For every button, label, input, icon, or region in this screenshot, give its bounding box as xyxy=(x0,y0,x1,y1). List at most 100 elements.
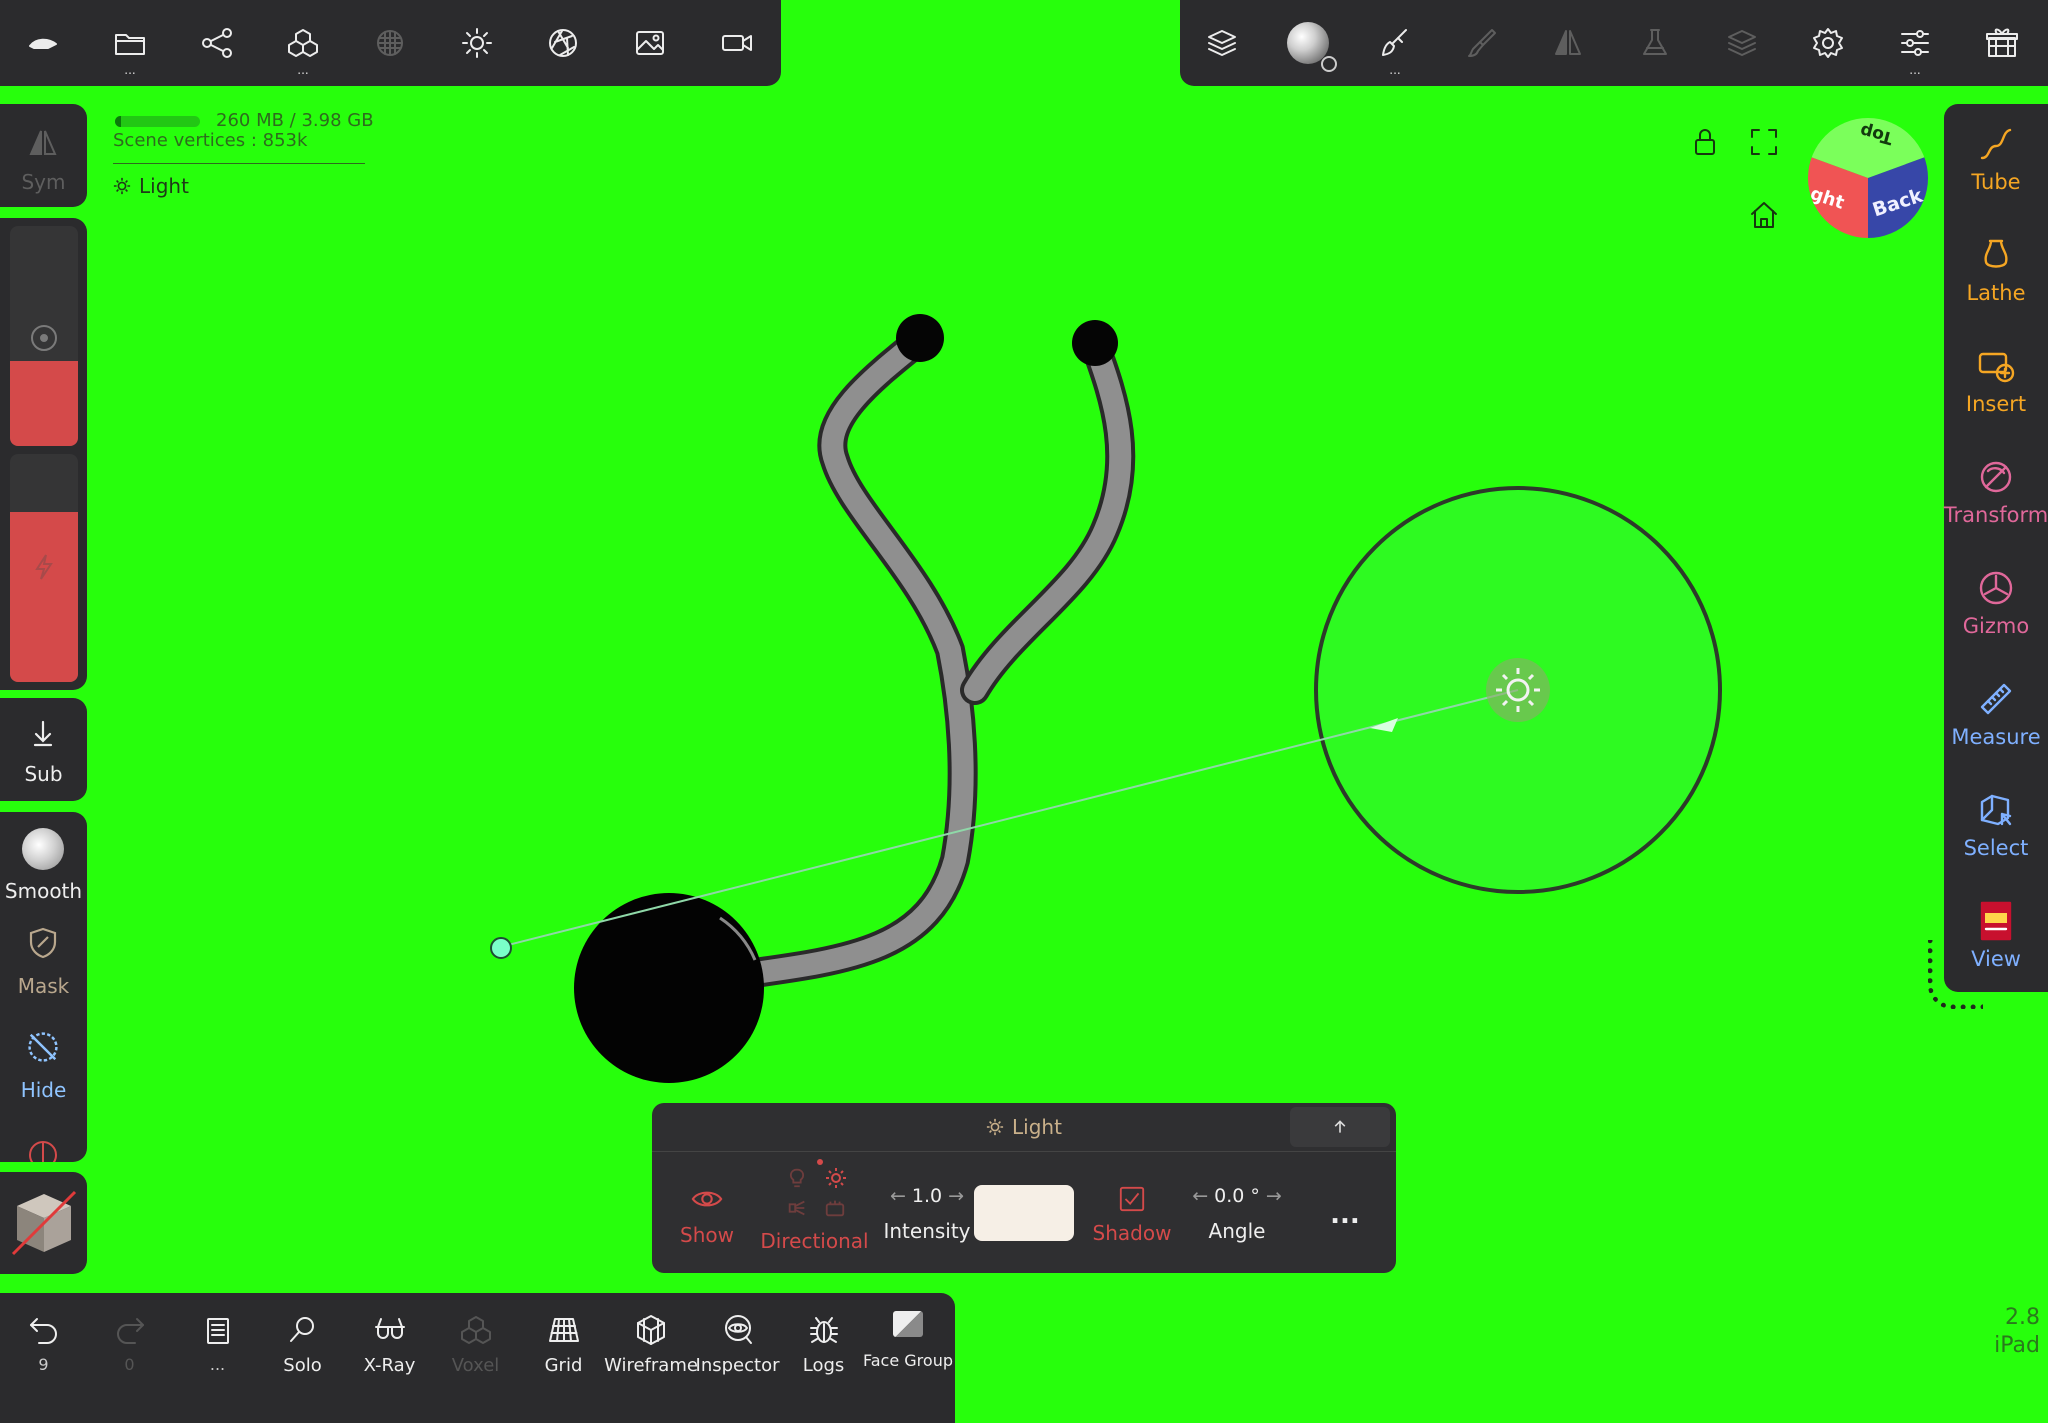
radius-slider[interactable] xyxy=(10,226,78,446)
sub-label: Sub xyxy=(24,762,63,786)
logs-label: Logs xyxy=(802,1355,845,1376)
right-toolbar-scroll-indicator xyxy=(1928,940,1983,1009)
tool-label: Select xyxy=(1963,836,2029,860)
notes-more-label: ... xyxy=(209,1355,226,1374)
logs-button[interactable]: Logs xyxy=(786,1293,861,1408)
sym-panel[interactable]: Sym xyxy=(0,104,87,207)
shadow-toggle[interactable]: Shadow xyxy=(1082,1159,1182,1269)
collapse-panel-button[interactable] xyxy=(1290,1107,1390,1147)
more-options-label: ... xyxy=(1330,1200,1360,1230)
light-target-handle xyxy=(490,937,512,959)
radius-icon xyxy=(31,325,57,351)
symmetry-icon xyxy=(29,130,57,155)
undo-count: 9 xyxy=(38,1355,49,1374)
bug-icon xyxy=(809,1317,838,1343)
tool-insert[interactable]: Insert xyxy=(1944,342,2048,452)
face-group-label: Face Group xyxy=(863,1351,953,1370)
notes-icon xyxy=(206,1318,229,1344)
left-tools-panel: Smooth Mask Hide xyxy=(0,812,87,1162)
undo-icon xyxy=(29,1318,57,1344)
hide-tool[interactable]: Hide xyxy=(0,1020,87,1120)
voxel-icon xyxy=(460,1316,491,1344)
light-panel-title: Light xyxy=(1012,1115,1062,1139)
tool-select[interactable]: Select xyxy=(1944,786,2048,896)
tool-transform[interactable]: Transform xyxy=(1944,453,2048,563)
redo-button[interactable]: 0 xyxy=(92,1293,167,1408)
tool-lathe[interactable]: Lathe xyxy=(1944,231,2048,341)
ambient-light-icon xyxy=(825,1200,845,1217)
wireframe-icon xyxy=(637,1315,665,1345)
version-label: 2.8 iPad xyxy=(1960,1304,2040,1360)
gizmo-icon xyxy=(1979,571,2013,605)
inspector-button[interactable]: Inspector xyxy=(695,1293,780,1408)
wireframe-label: Wireframe xyxy=(604,1355,698,1376)
partial-tool-icon[interactable] xyxy=(26,1138,60,1162)
eye-icon xyxy=(691,1191,723,1207)
tool-gizmo[interactable]: Gizmo xyxy=(1944,564,2048,674)
xray-button[interactable]: X-Ray xyxy=(352,1293,427,1408)
intensity-stepper[interactable]: ← 1.0 → Intensity xyxy=(877,1159,977,1269)
device-label: iPad xyxy=(1994,1333,2040,1358)
grid-button[interactable]: Grid xyxy=(526,1293,601,1408)
intensity-increase-arrow[interactable]: → xyxy=(948,1185,964,1207)
insert-icon xyxy=(1978,352,2015,383)
mask-tool[interactable]: Mask xyxy=(0,916,87,1016)
wireframe-button[interactable]: Wireframe xyxy=(604,1293,698,1408)
show-toggle[interactable]: Show xyxy=(662,1159,752,1269)
intensity-decrease-arrow[interactable]: ← xyxy=(890,1185,906,1207)
arrow-up-icon xyxy=(1334,1120,1346,1133)
version-number: 2.8 xyxy=(2005,1305,2040,1330)
measure-icon xyxy=(1980,683,2012,715)
search-icon xyxy=(289,1317,314,1342)
bottom-toolbar: 9 0 ... Solo X-Ray Voxel Grid Wireframe … xyxy=(0,1293,955,1423)
solo-label: Solo xyxy=(283,1355,322,1376)
face-group-icon xyxy=(893,1311,923,1337)
sym-label: Sym xyxy=(21,170,66,194)
angle-decrease-arrow[interactable]: ← xyxy=(1192,1185,1208,1207)
directional-light-icon xyxy=(826,1168,846,1188)
solo-button[interactable]: Solo xyxy=(265,1293,340,1408)
light-panel: Light Show Directional ← 1.0 → Intensity… xyxy=(652,1103,1396,1273)
glasses-icon xyxy=(374,1318,405,1339)
mask-label: Mask xyxy=(17,974,70,998)
point-light-icon xyxy=(789,1168,805,1188)
angle-stepper[interactable]: ← 0.0 ° → Angle xyxy=(1182,1159,1292,1269)
angle-increase-arrow[interactable]: → xyxy=(1266,1185,1282,1207)
stethoscope-model[interactable] xyxy=(574,314,1136,1083)
angle-label: Angle xyxy=(1208,1219,1266,1243)
tool-label: Insert xyxy=(1965,392,2027,416)
right-toolbar: Tube Lathe Insert Transform Gizmo Measure Sele… xyxy=(1944,104,2048,992)
redo-count: 0 xyxy=(124,1355,135,1374)
more-options-button[interactable]: ... xyxy=(1320,1195,1370,1235)
intensity-slider[interactable] xyxy=(10,454,78,682)
hide-label: Hide xyxy=(20,1078,67,1102)
tool-label: Tube xyxy=(1971,170,2021,194)
tool-tube[interactable]: Tube xyxy=(1944,120,2048,230)
tool-label: Gizmo xyxy=(1962,614,2030,638)
intensity-slider-fill xyxy=(10,512,78,682)
grid-label: Grid xyxy=(544,1355,583,1376)
light-color-swatch[interactable] xyxy=(974,1185,1074,1241)
show-label: Show xyxy=(680,1223,734,1247)
inspector-label: Inspector xyxy=(695,1355,780,1376)
redo-icon xyxy=(116,1318,144,1344)
voxel-button[interactable]: Voxel xyxy=(438,1293,513,1408)
smooth-label: Smooth xyxy=(4,879,83,903)
tool-label: Measure xyxy=(1951,725,2041,749)
hide-icon xyxy=(28,1032,58,1062)
cube-no-material-icon xyxy=(11,1190,77,1256)
directional-label: Directional xyxy=(760,1229,869,1253)
directional-selector[interactable]: Directional xyxy=(752,1159,877,1269)
mask-shield-icon xyxy=(29,927,57,959)
sun-icon xyxy=(986,1118,1004,1136)
smooth-icon xyxy=(22,828,64,870)
tool-measure[interactable]: Measure xyxy=(1944,675,2048,785)
face-group-button[interactable]: Face Group xyxy=(863,1293,953,1408)
notes-button[interactable]: ... xyxy=(180,1293,255,1408)
undo-button[interactable]: 9 xyxy=(6,1293,81,1408)
tube-icon xyxy=(1980,128,2012,160)
material-preview-button[interactable] xyxy=(0,1172,87,1274)
sub-button[interactable]: Sub xyxy=(0,698,87,801)
directional-selected-indicator xyxy=(817,1159,823,1165)
smooth-tool[interactable]: Smooth xyxy=(0,812,87,912)
